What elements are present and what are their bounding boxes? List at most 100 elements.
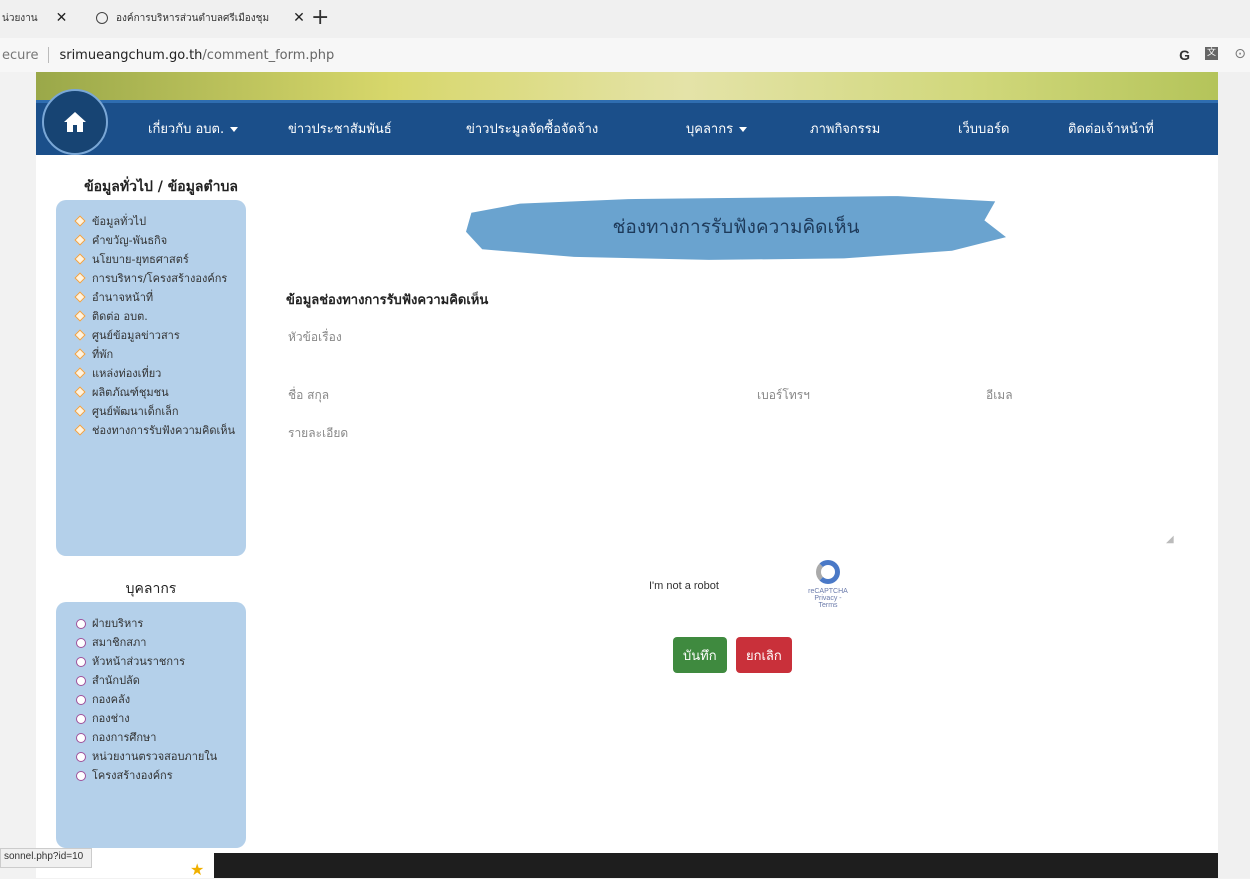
nav-news[interactable]: ข่าวประชาสัมพันธ์ [288,118,392,139]
sidebar-item-general[interactable]: ศูนย์พัฒนาเด็กเล็ก [74,402,238,421]
sidebar-item-personnel[interactable]: สมาชิกสภา [76,633,238,652]
diamond-bullet-icon [74,405,86,417]
close-icon[interactable]: ✕ [293,10,305,26]
sidebar-item-label: แหล่งท่องเที่ยว [92,367,162,380]
sidebar-item-personnel[interactable]: กองการศึกษา [76,728,238,747]
browser-tab-bar: น่วยงาน ✕ องค์การบริหารส่วนตำบลศรีเมืองช… [0,0,1250,38]
sidebar-item-personnel[interactable]: กองคลัง [76,690,238,709]
sidebar-item-label: กองช่าง [92,712,130,725]
nav-activities[interactable]: ภาพกิจกรรม [810,118,880,139]
nav-contact[interactable]: ติดต่อเจ้าหน้าที่ [1068,118,1154,139]
page: เกี่ยวกับ อบต. ข่าวประชาสัมพันธ์ ข่าวประ… [36,72,1218,878]
sidebar-item-general[interactable]: แหล่งท่องเที่ยว [74,364,238,383]
sidebar-item-general[interactable]: การบริหาร/โครงสร้างองค์กร [74,269,238,288]
globe-icon [96,12,108,24]
circle-bullet-icon [76,676,86,686]
subject-input[interactable]: หัวข้อเรื่อง [288,328,342,347]
security-indicator[interactable]: ecure [0,48,38,63]
sidebar-item-general[interactable]: ที่พัก [74,345,238,364]
sidebar-item-personnel[interactable]: หน่วยงานตรวจสอบภายใน [76,747,238,766]
address-bar[interactable]: ecure srimueangchum.go.th/comment_form.p… [0,38,1250,72]
browser-tab-active[interactable]: องค์การบริหารส่วนตำบลศรีเมืองชุม ✕ [96,10,305,26]
diamond-bullet-icon [74,310,86,322]
sidebar-item-label: นโยบาย-ยุทธศาสตร์ [92,253,189,266]
sidebar-item-personnel[interactable]: ฝ่ายบริหาร [76,614,238,633]
google-icon[interactable]: G [1179,47,1190,63]
diamond-bullet-icon [74,348,86,360]
new-tab-button[interactable]: + [311,5,329,30]
recaptcha-links[interactable]: Privacy - Terms [806,595,850,609]
caret-down-icon [739,127,748,132]
sidebar-item-personnel[interactable]: โครงสร้างองค์กร [76,766,238,785]
sidebar-item-general[interactable]: ศูนย์ข้อมูลข่าวสาร [74,326,238,345]
star-icon: ★ [190,860,205,879]
sidebar-item-label: กองคลัง [92,693,131,706]
home-button[interactable] [42,89,108,155]
diamond-bullet-icon [74,291,86,303]
name-input[interactable]: ชื่อ สกุล [288,386,329,405]
right-edge [1218,72,1250,878]
sidebar-item-label: ศูนย์พัฒนาเด็กเล็ก [92,405,179,418]
url-text[interactable]: srimueangchum.go.th/comment_form.php [59,48,334,63]
diamond-bullet-icon [74,329,86,341]
nav-label: เว็บบอร์ด [958,122,1010,137]
nav-about[interactable]: เกี่ยวกับ อบต. [148,118,239,139]
phone-input[interactable]: เบอร์โทรฯ [757,386,810,405]
sidebar-item-label: คำขวัญ-พันธกิจ [92,234,168,247]
sidebar-item-general[interactable]: ติดต่อ อบต. [74,307,238,326]
sidebar-item-general[interactable]: คำขวัญ-พันธกิจ [74,231,238,250]
circle-bullet-icon [76,695,86,705]
extension-icon[interactable]: ⊙ [1234,46,1246,62]
cancel-button[interactable]: ยกเลิก [736,637,792,673]
translate-icon[interactable]: 文 [1205,47,1218,60]
diamond-bullet-icon [74,234,86,246]
tab-title: น่วยงาน [2,12,38,24]
taskbar [214,853,1218,878]
sidebar-item-personnel[interactable]: สำนักปลัด [76,671,238,690]
browser-tab[interactable]: น่วยงาน ✕ [2,10,67,26]
save-button[interactable]: บันทึก [673,637,727,673]
nav-webboard[interactable]: เว็บบอร์ด [958,118,1009,139]
detail-textarea[interactable]: รายละเอียด [288,424,348,443]
sidebar-item-personnel[interactable]: กองช่าง [76,709,238,728]
circle-bullet-icon [76,771,86,781]
circle-bullet-icon [76,733,86,743]
sidebar-item-general[interactable]: นโยบาย-ยุทธศาสตร์ [74,250,238,269]
sidebar-item-label: อำนาจหน้าที่ [92,291,154,304]
sidebar-item-personnel[interactable]: หัวหน้าส่วนราชการ [76,652,238,671]
sidebar-item-general[interactable]: ผลิตภัณฑ์ชุมชน [74,383,238,402]
diamond-bullet-icon [74,367,86,379]
nav-label: ข่าวประชาสัมพันธ์ [288,122,392,137]
email-input[interactable]: อีเมล [986,386,1013,405]
sidebar-item-label: หัวหน้าส่วนราชการ [92,655,186,668]
page-title: ช่องทางการรับฟังความคิดเห็น [612,216,860,238]
nav-personnel[interactable]: บุคลากร [686,118,748,139]
nav-procurement[interactable]: ข่าวประมูลจัดซื้อจัดจ้าง [466,118,598,139]
sidebar-item-label: โครงสร้างองค์กร [92,769,173,782]
recaptcha-checkbox[interactable]: I'm not a robot [649,580,719,592]
sidebar-item-label: ข้อมูลทั่วไป [92,215,147,228]
main-nav: เกี่ยวกับ อบต. ข่าวประชาสัมพันธ์ ข่าวประ… [36,89,1218,155]
sidebar-item-label: ศูนย์ข้อมูลข่าวสาร [92,329,180,342]
sidebar-personnel-title: บุคลากร [125,581,177,597]
sidebar-item-general[interactable]: อำนาจหน้าที่ [74,288,238,307]
sidebar-item-general[interactable]: ช่องทางการรับฟังความคิดเห็น [74,421,238,440]
home-icon [64,112,86,132]
sidebar-general-menu: ข้อมูลทั่วไปคำขวัญ-พันธกิจนโยบาย-ยุทธศาส… [56,200,246,556]
sidebar-item-label: หน่วยงานตรวจสอบภายใน [92,750,218,763]
header-banner [36,72,1218,100]
circle-bullet-icon [76,714,86,724]
divider [48,47,50,63]
sidebar-item-label: สำนักปลัด [92,674,140,687]
close-icon[interactable]: ✕ [56,10,68,26]
recaptcha-icon [816,560,840,584]
sidebar-general-title: ข้อมูลทั่วไป / ข้อมูลตำบล [84,179,238,195]
textarea-resize-handle[interactable]: ◢ [1166,534,1174,545]
recaptcha-badge: reCAPTCHA Privacy - Terms [806,560,850,609]
sidebar-item-general[interactable]: ข้อมูลทั่วไป [74,212,238,231]
circle-bullet-icon [76,752,86,762]
nav-label: ข่าวประมูลจัดซื้อจัดจ้าง [466,122,599,137]
sidebar-item-label: กองการศึกษา [92,731,157,744]
nav-label: เกี่ยวกับ อบต. [148,122,225,137]
sidebar-item-label: ฝ่ายบริหาร [92,617,144,630]
